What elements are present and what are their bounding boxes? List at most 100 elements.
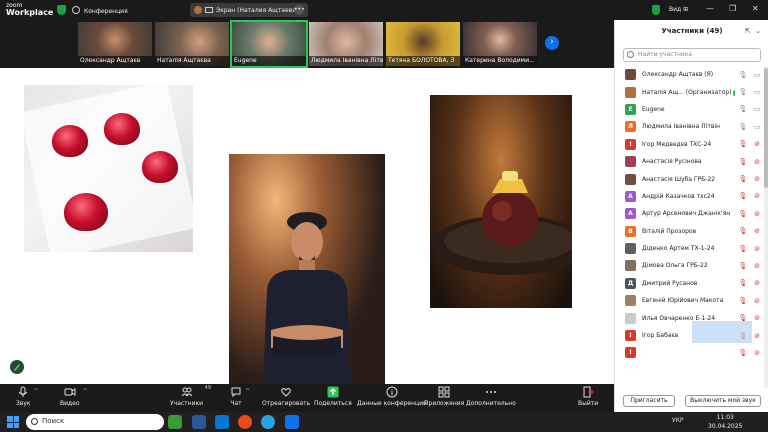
camera-off-icon[interactable]: ⊘ bbox=[751, 158, 763, 166]
apps-button[interactable]: Приложения bbox=[424, 386, 464, 407]
system-clock[interactable]: 11:03 30.04.2025 bbox=[708, 413, 742, 431]
windows-start-icon[interactable] bbox=[7, 416, 19, 428]
participant-name-text: Евгеній Юрійович Макота bbox=[642, 297, 724, 305]
participant-name: Ігор Медведєв ТХС-24 bbox=[642, 141, 735, 148]
participant-row[interactable]: А Артур Арсенович Джанік'ян 🎙 ⊘ bbox=[615, 205, 763, 222]
video-button[interactable]: Видео ^ bbox=[60, 386, 88, 407]
language-indicator[interactable]: УКР bbox=[672, 417, 684, 424]
meeting-info-button[interactable]: Данные конференции bbox=[357, 386, 427, 407]
participant-name: Дімова Ольга ГРБ-22 bbox=[642, 262, 735, 269]
microphone-muted-icon[interactable]: 🎙 bbox=[737, 227, 749, 235]
video-thumbnail[interactable]: Людмила Іванівна Лiтвiн bbox=[309, 22, 383, 66]
taskbar-app-icon[interactable] bbox=[168, 415, 182, 429]
participant-row[interactable]: Евгеній Юрійович Макота 🎙 ⊘ bbox=[615, 292, 763, 309]
camera-off-icon[interactable]: ⊘ bbox=[751, 314, 763, 322]
audio-options-caret[interactable]: ^ bbox=[34, 388, 39, 395]
encryption-shield-icon[interactable] bbox=[652, 5, 660, 15]
camera-off-icon[interactable]: ⊘ bbox=[751, 262, 763, 270]
camera-off-icon[interactable]: ⊘ bbox=[751, 175, 763, 183]
word-icon[interactable] bbox=[192, 415, 206, 429]
participant-row[interactable]: І Ігор Медведєв ТХС-24 🎙 ⊘ bbox=[615, 136, 763, 153]
microphone-muted-icon[interactable]: 🎙 bbox=[737, 192, 749, 200]
chrome-icon[interactable] bbox=[238, 415, 252, 429]
react-button[interactable]: Отреагировать bbox=[262, 386, 310, 407]
next-page-button[interactable]: › bbox=[545, 36, 559, 50]
microphone-icon[interactable]: 🎙 bbox=[737, 105, 749, 113]
participants-button[interactable]: Участники 49 bbox=[170, 385, 211, 407]
camera-off-icon[interactable]: ⊘ bbox=[751, 349, 763, 357]
microphone-icon[interactable]: 🎙 bbox=[737, 88, 749, 96]
participant-row[interactable]: Л Людмила Іванівна Лiтвiн 🎙 ▭ bbox=[615, 118, 763, 135]
taskbar-search-input[interactable]: Поиск bbox=[26, 414, 164, 430]
microphone-muted-icon[interactable]: 🎙 bbox=[737, 140, 749, 148]
video-options-caret[interactable]: ^ bbox=[83, 388, 88, 395]
participant-row[interactable]: Анастасія Русінова 🎙 ⊘ bbox=[615, 153, 763, 170]
camera-off-icon[interactable]: ⊘ bbox=[751, 192, 763, 200]
participant-row[interactable]: Діденко Артем ТХ-1-24 🎙 ⊘ bbox=[615, 240, 763, 257]
audio-button[interactable]: Звук ^ bbox=[16, 386, 39, 407]
microphone-muted-icon[interactable]: 🎙 bbox=[737, 245, 749, 253]
close-panel-icon[interactable]: ⌄ bbox=[755, 27, 761, 35]
microphone-muted-icon[interactable]: 🎙 bbox=[737, 279, 749, 287]
close-button[interactable]: ✕ bbox=[752, 4, 759, 13]
maximize-button[interactable]: ❐ bbox=[729, 4, 736, 13]
participant-row[interactable]: А Андрій Казачков тхс24 🎙 ⊘ bbox=[615, 188, 763, 205]
participant-row[interactable]: І 🎙 ⊘ bbox=[615, 344, 763, 361]
microphone-icon[interactable]: 🎙 bbox=[737, 123, 749, 131]
more-button[interactable]: Дополнительно bbox=[466, 386, 516, 407]
microphone-muted-icon[interactable]: 🎙 bbox=[737, 297, 749, 305]
share-button[interactable]: Поделиться bbox=[314, 386, 352, 407]
video-thumbnail[interactable]: Катерина Володими... bbox=[463, 22, 537, 66]
chat-button[interactable]: Чат ^ bbox=[230, 386, 250, 407]
participant-row[interactable]: Д Дмитрий Русанов 🎙 ⊘ bbox=[615, 275, 763, 292]
popout-icon[interactable]: ⇱ bbox=[745, 27, 751, 35]
camera-icon[interactable]: ▭ bbox=[751, 71, 763, 79]
view-button[interactable]: Вид ⊞ bbox=[669, 6, 688, 13]
participant-row[interactable]: Анастасія Шуба ГРБ-22 🎙 ⊘ bbox=[615, 170, 763, 187]
video-thumbnail-active[interactable]: Eugene bbox=[230, 20, 308, 68]
invite-button[interactable]: Пригласить bbox=[623, 395, 675, 407]
microphone-muted-icon[interactable]: 🎙 bbox=[737, 210, 749, 218]
camera-off-icon[interactable]: ⊘ bbox=[751, 279, 763, 287]
camera-off-icon[interactable]: ⊘ bbox=[751, 297, 763, 305]
leave-button[interactable]: Выйти bbox=[578, 386, 598, 407]
microphone-muted-icon[interactable]: 🎙 bbox=[737, 175, 749, 183]
participant-row[interactable]: E Eugene 🎙 ▭ bbox=[615, 101, 763, 118]
participant-row[interactable]: Наталія Ащ... (Организатор)🔊🎙▭ bbox=[615, 83, 763, 100]
participant-name-text: Ігор Медведєв ТХС-24 bbox=[642, 140, 712, 148]
participant-avatar: І bbox=[625, 330, 636, 342]
participant-search-input[interactable]: Найти участника bbox=[623, 48, 761, 62]
outlook-icon[interactable] bbox=[215, 415, 229, 429]
microphone-muted-icon[interactable]: 🎙 bbox=[737, 349, 749, 357]
video-thumbnail[interactable]: Тетяна БОЛОТОВА, З bbox=[386, 22, 460, 66]
conference-info[interactable]: Конференция bbox=[72, 6, 128, 15]
participant-row[interactable]: Дімова Ольга ГРБ-22 🎙 ⊘ bbox=[615, 257, 763, 274]
microphone-icon[interactable]: 🎙 bbox=[737, 71, 749, 79]
camera-off-icon[interactable]: ⊘ bbox=[751, 227, 763, 235]
microphone-muted-icon[interactable]: 🎙 bbox=[737, 262, 749, 270]
telegram-icon[interactable] bbox=[261, 415, 275, 429]
video-thumbnail[interactable]: Олександр Ащтаєв bbox=[78, 22, 152, 66]
scrollbar-thumb[interactable] bbox=[764, 68, 768, 188]
heart-dessert bbox=[142, 151, 178, 183]
video-thumbnail[interactable]: Наталія Ащтаєва bbox=[155, 22, 229, 66]
zoom-taskbar-icon[interactable] bbox=[285, 415, 299, 429]
chat-options-caret[interactable]: ^ bbox=[245, 388, 250, 395]
camera-off-icon[interactable]: ⊘ bbox=[751, 140, 763, 148]
more-icon[interactable]: ••• bbox=[294, 5, 305, 15]
participants-scrollbar[interactable] bbox=[764, 66, 768, 388]
participant-row[interactable]: В Віталій Прозоров 🎙 ⊘ bbox=[615, 223, 763, 240]
microphone-muted-icon[interactable]: 🎙 bbox=[737, 158, 749, 166]
annotate-pen-icon[interactable] bbox=[10, 360, 24, 374]
camera-icon[interactable]: ▭ bbox=[751, 105, 763, 113]
camera-icon[interactable]: ▭ bbox=[751, 88, 763, 96]
participant-row[interactable]: Олександр Ащтаєв (Я) 🎙 ▭ bbox=[615, 66, 763, 83]
camera-off-icon[interactable]: ⊘ bbox=[751, 245, 763, 253]
camera-icon[interactable]: ▭ bbox=[751, 123, 763, 131]
security-shield-icon[interactable] bbox=[57, 5, 66, 15]
screen-share-pill[interactable]: Экран (Наталия Ащтаева) ••• bbox=[190, 3, 308, 17]
minimize-button[interactable]: — bbox=[706, 4, 714, 13]
mute-all-button[interactable]: Выключить мой звук bbox=[685, 395, 761, 407]
camera-off-icon[interactable]: ⊘ bbox=[751, 210, 763, 218]
camera-off-icon[interactable]: ⊘ bbox=[751, 332, 763, 340]
